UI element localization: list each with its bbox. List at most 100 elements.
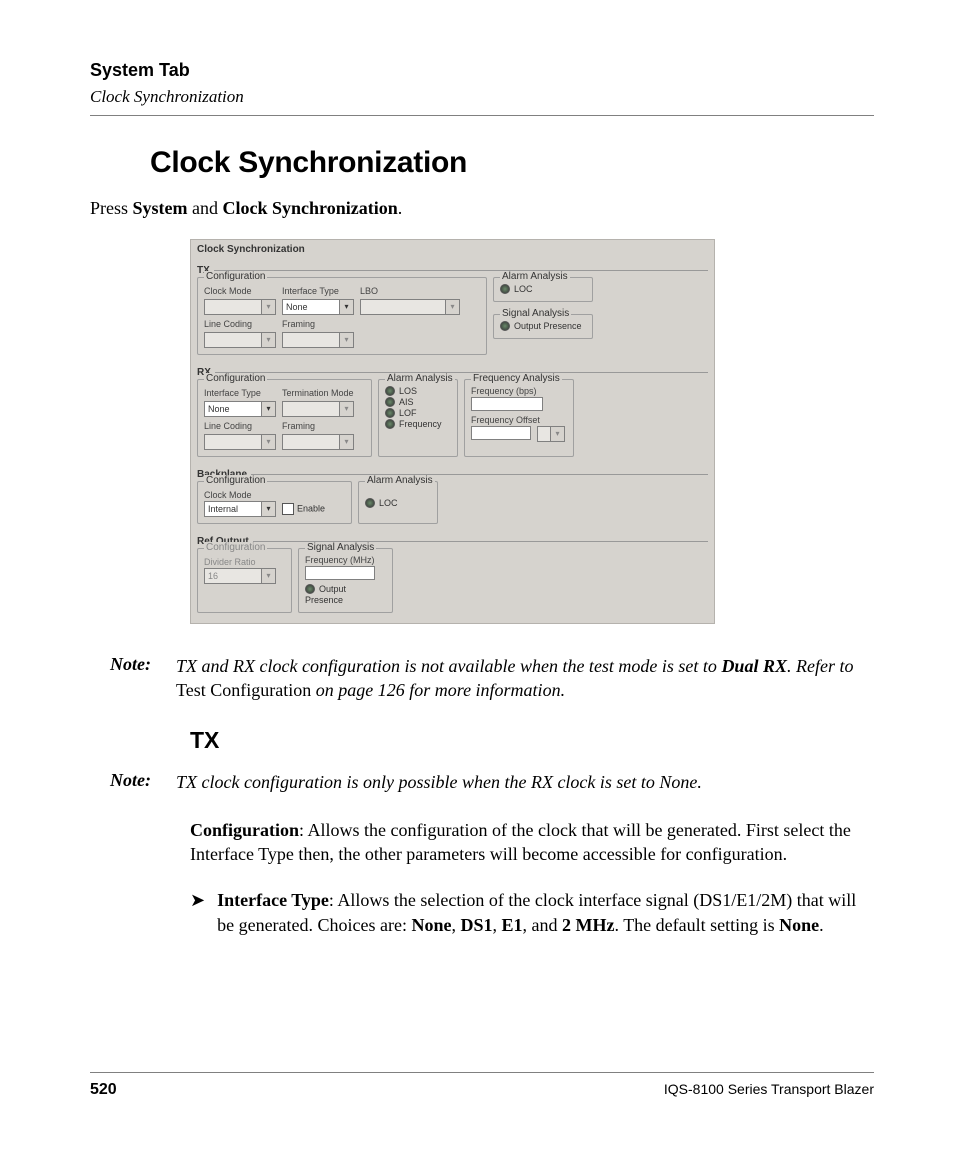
chevron-down-icon: ▾	[261, 502, 275, 516]
tx-framing-label: Framing	[282, 319, 354, 329]
bullet-bold: Interface Type	[217, 890, 329, 910]
bp-enable-checkbox[interactable]	[282, 503, 294, 515]
tx-section: TX Configuration Clock Mode ▾ Interface …	[197, 265, 708, 357]
rx-freq-off-field	[471, 426, 531, 440]
iftype-bullet: ➤ Interface Type: Allows the selection o…	[190, 888, 874, 937]
led-icon	[500, 321, 510, 331]
bp-clockmode-select[interactable]: Internal ▾	[204, 501, 276, 517]
ro-mhz-field	[305, 566, 375, 580]
rx-freq-bps-label: Frequency (bps)	[471, 386, 567, 396]
footer-rule	[90, 1072, 874, 1073]
tx-alarm-loc: LOC	[514, 284, 533, 294]
tx-alarm-group: Alarm Analysis LOC	[493, 277, 593, 302]
tx-framing-select[interactable]: ▾	[282, 332, 354, 348]
tx-lbo-label: LBO	[360, 286, 460, 296]
bp-clockmode-label: Clock Mode	[204, 490, 345, 500]
chevron-down-icon: ▾	[445, 300, 459, 314]
note1-c: on page 126 for more information.	[311, 680, 565, 700]
rx-freq-group: Frequency Analysis Frequency (bps) Frequ…	[464, 379, 574, 457]
chevron-down-icon: ▾	[261, 569, 275, 583]
rx-section: RX Configuration Interface Type None▾ Te…	[197, 367, 708, 459]
bp-alarm-loc: LOC	[379, 498, 398, 508]
rx-termmode-select[interactable]: ▾	[282, 401, 354, 417]
tx-linecoding-select[interactable]: ▾	[204, 332, 276, 348]
bullet-s2: ,	[493, 915, 502, 935]
bullet-b3: E1	[502, 915, 523, 935]
ro-divider-value: 16	[208, 571, 218, 581]
bp-alarm-group: Alarm Analysis LOC	[358, 481, 438, 524]
chevron-down-icon: ▾	[261, 402, 275, 416]
note-label: Note:	[110, 770, 162, 794]
tx-lbo-select[interactable]: ▾	[360, 299, 460, 315]
ro-mhz-label: Frequency (MHz)	[305, 555, 386, 565]
tx-signal-legend: Signal Analysis	[500, 308, 571, 319]
refout-section: Ref Output Configuration Divider Ratio 1…	[197, 536, 708, 615]
chevron-down-icon: ▾	[261, 300, 275, 314]
bp-enable-label: Enable	[297, 504, 325, 514]
tx-clockmode-label: Clock Mode	[204, 286, 276, 296]
led-icon	[305, 584, 315, 594]
bp-alarm-legend: Alarm Analysis	[365, 475, 435, 486]
note-1: Note: TX and RX clock configuration is n…	[110, 654, 874, 703]
bullet-arrow-icon: ➤	[190, 888, 205, 937]
bullet-body: Interface Type: Allows the selection of …	[217, 888, 874, 937]
note1-a: TX and RX clock configuration is not ava…	[176, 656, 721, 676]
chevron-down-icon: ▾	[339, 435, 353, 449]
led-icon	[385, 419, 395, 429]
rx-iftype-select[interactable]: None ▾	[204, 401, 276, 417]
intro-b1: System	[133, 198, 188, 218]
led-icon	[385, 408, 395, 418]
tx-config-group: Configuration Clock Mode ▾ Interface Typ…	[197, 277, 487, 355]
tx-signal-out: Output Presence	[514, 321, 582, 331]
rx-alarm-ais: AIS	[399, 397, 414, 407]
bullet-b4: 2 MHz	[562, 915, 614, 935]
note1-bold: Dual RX	[721, 656, 787, 676]
header-rule	[90, 115, 874, 116]
page-title: Clock Synchronization	[150, 146, 874, 180]
rx-freq-off-label: Frequency Offset	[471, 415, 567, 425]
config-bold: Configuration	[190, 820, 299, 840]
tx-config-legend: Configuration	[204, 271, 267, 282]
rx-config-legend: Configuration	[204, 373, 267, 384]
chevron-down-icon: ▾	[339, 333, 353, 347]
rx-alarm-group: Alarm Analysis LOS AIS LOF Frequency	[378, 379, 458, 457]
tx-iftype-label: Interface Type	[282, 286, 354, 296]
panel-title: Clock Synchronization	[197, 244, 708, 255]
rx-linecoding-label: Line Coding	[204, 421, 276, 431]
intro-mid: and	[188, 198, 223, 218]
ro-config-group: Configuration Divider Ratio 16▾	[197, 548, 292, 613]
rx-config-group: Configuration Interface Type None▾ Termi…	[197, 379, 372, 457]
chevron-down-icon: ▾	[261, 333, 275, 347]
note-body: TX clock configuration is only possible …	[176, 770, 702, 794]
bp-clockmode-value: Internal	[208, 504, 238, 514]
intro-paragraph: Press System and Clock Synchronization.	[90, 198, 874, 219]
led-icon	[365, 498, 375, 508]
bp-config-group: Configuration Clock Mode Internal▾ Enabl…	[197, 481, 352, 524]
rx-linecoding-select[interactable]: ▾	[204, 434, 276, 450]
config-paragraph: Configuration: Allows the configuration …	[190, 818, 874, 867]
led-icon	[385, 397, 395, 407]
page-number: 520	[90, 1081, 117, 1099]
rx-termmode-label: Termination Mode	[282, 388, 354, 398]
tx-signal-group: Signal Analysis Output Presence	[493, 314, 593, 339]
ro-signal-legend: Signal Analysis	[305, 542, 376, 553]
tx-iftype-value: None	[286, 302, 308, 312]
intro-post: .	[398, 198, 403, 218]
rx-freq-legend: Frequency Analysis	[471, 373, 562, 384]
note-label: Note:	[110, 654, 162, 703]
bullet-b2: DS1	[461, 915, 493, 935]
tx-iftype-select[interactable]: None▾	[282, 299, 354, 315]
note1-roman: Test Configuration	[176, 680, 311, 700]
ro-divider-select[interactable]: 16 ▾	[204, 568, 276, 584]
rx-alarm-freq: Frequency	[399, 419, 442, 429]
tx-clockmode-select[interactable]: ▾	[204, 299, 276, 315]
rx-iftype-value: None	[208, 404, 230, 414]
chevron-down-icon: ▾	[339, 402, 353, 416]
clock-sync-panel-screenshot: Clock Synchronization TX Configuration C…	[190, 239, 715, 624]
note1-b: . Refer to	[787, 656, 853, 676]
rx-framing-select[interactable]: ▾	[282, 434, 354, 450]
page-footer: 520 IQS-8100 Series Transport Blazer	[90, 1072, 874, 1099]
chevron-down-icon: ▾	[261, 435, 275, 449]
rx-freq-off-unit[interactable]: ▾	[537, 426, 565, 442]
bp-config-legend: Configuration	[204, 475, 267, 486]
